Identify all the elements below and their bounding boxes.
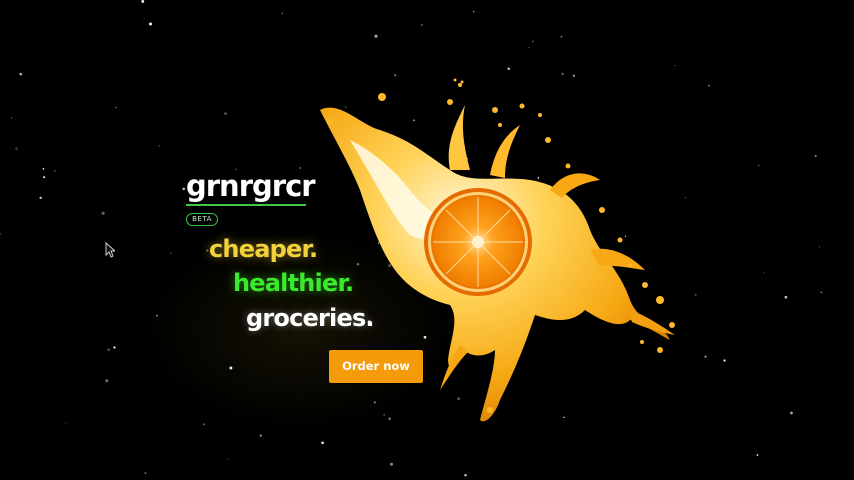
star bbox=[158, 145, 160, 147]
star bbox=[42, 168, 45, 170]
star bbox=[281, 12, 283, 14]
star bbox=[704, 355, 707, 358]
star bbox=[259, 434, 262, 437]
landing-page: grnrgrcr BETA cheaper. healthier. grocer… bbox=[0, 0, 854, 480]
star bbox=[321, 441, 324, 445]
mouse-pointer-icon bbox=[105, 242, 115, 258]
star bbox=[156, 314, 158, 317]
star bbox=[182, 187, 185, 191]
star bbox=[374, 34, 378, 38]
star bbox=[143, 17, 145, 19]
star bbox=[674, 64, 676, 67]
star bbox=[528, 47, 530, 49]
star bbox=[224, 112, 227, 115]
star bbox=[756, 454, 759, 456]
star bbox=[229, 366, 233, 370]
star bbox=[464, 474, 467, 477]
tagline-healthier: healthier. bbox=[233, 269, 354, 297]
tagline-cheaper: cheaper. bbox=[209, 235, 318, 263]
star bbox=[144, 472, 147, 475]
star bbox=[472, 10, 475, 13]
logo-underline bbox=[186, 204, 306, 206]
star bbox=[105, 379, 109, 383]
star bbox=[65, 422, 67, 424]
star bbox=[15, 147, 18, 150]
star bbox=[202, 423, 205, 426]
brand-logo[interactable]: grnrgrcr bbox=[186, 172, 316, 201]
star bbox=[107, 348, 111, 352]
star bbox=[170, 252, 172, 255]
star bbox=[531, 40, 534, 43]
star bbox=[390, 462, 393, 466]
star bbox=[115, 106, 118, 109]
orange-juice-splash-image bbox=[320, 78, 675, 422]
star bbox=[421, 24, 423, 26]
star bbox=[0, 232, 2, 235]
star bbox=[790, 411, 793, 415]
star bbox=[101, 211, 105, 215]
star bbox=[763, 272, 765, 274]
star bbox=[757, 164, 760, 167]
order-now-button[interactable]: Order now bbox=[329, 350, 423, 383]
star bbox=[19, 72, 23, 76]
star bbox=[814, 155, 817, 157]
star bbox=[113, 346, 116, 349]
star bbox=[10, 117, 13, 119]
star bbox=[39, 196, 42, 200]
star bbox=[708, 84, 710, 87]
star bbox=[148, 22, 153, 26]
beta-badge: BETA bbox=[186, 213, 218, 226]
star bbox=[141, 0, 145, 3]
star bbox=[818, 246, 820, 248]
star bbox=[560, 35, 563, 38]
tagline-groceries: groceries. bbox=[246, 304, 375, 332]
star bbox=[227, 458, 229, 460]
star bbox=[820, 291, 823, 294]
star bbox=[53, 169, 56, 172]
star bbox=[784, 295, 788, 299]
star bbox=[43, 176, 46, 179]
star bbox=[723, 359, 726, 362]
